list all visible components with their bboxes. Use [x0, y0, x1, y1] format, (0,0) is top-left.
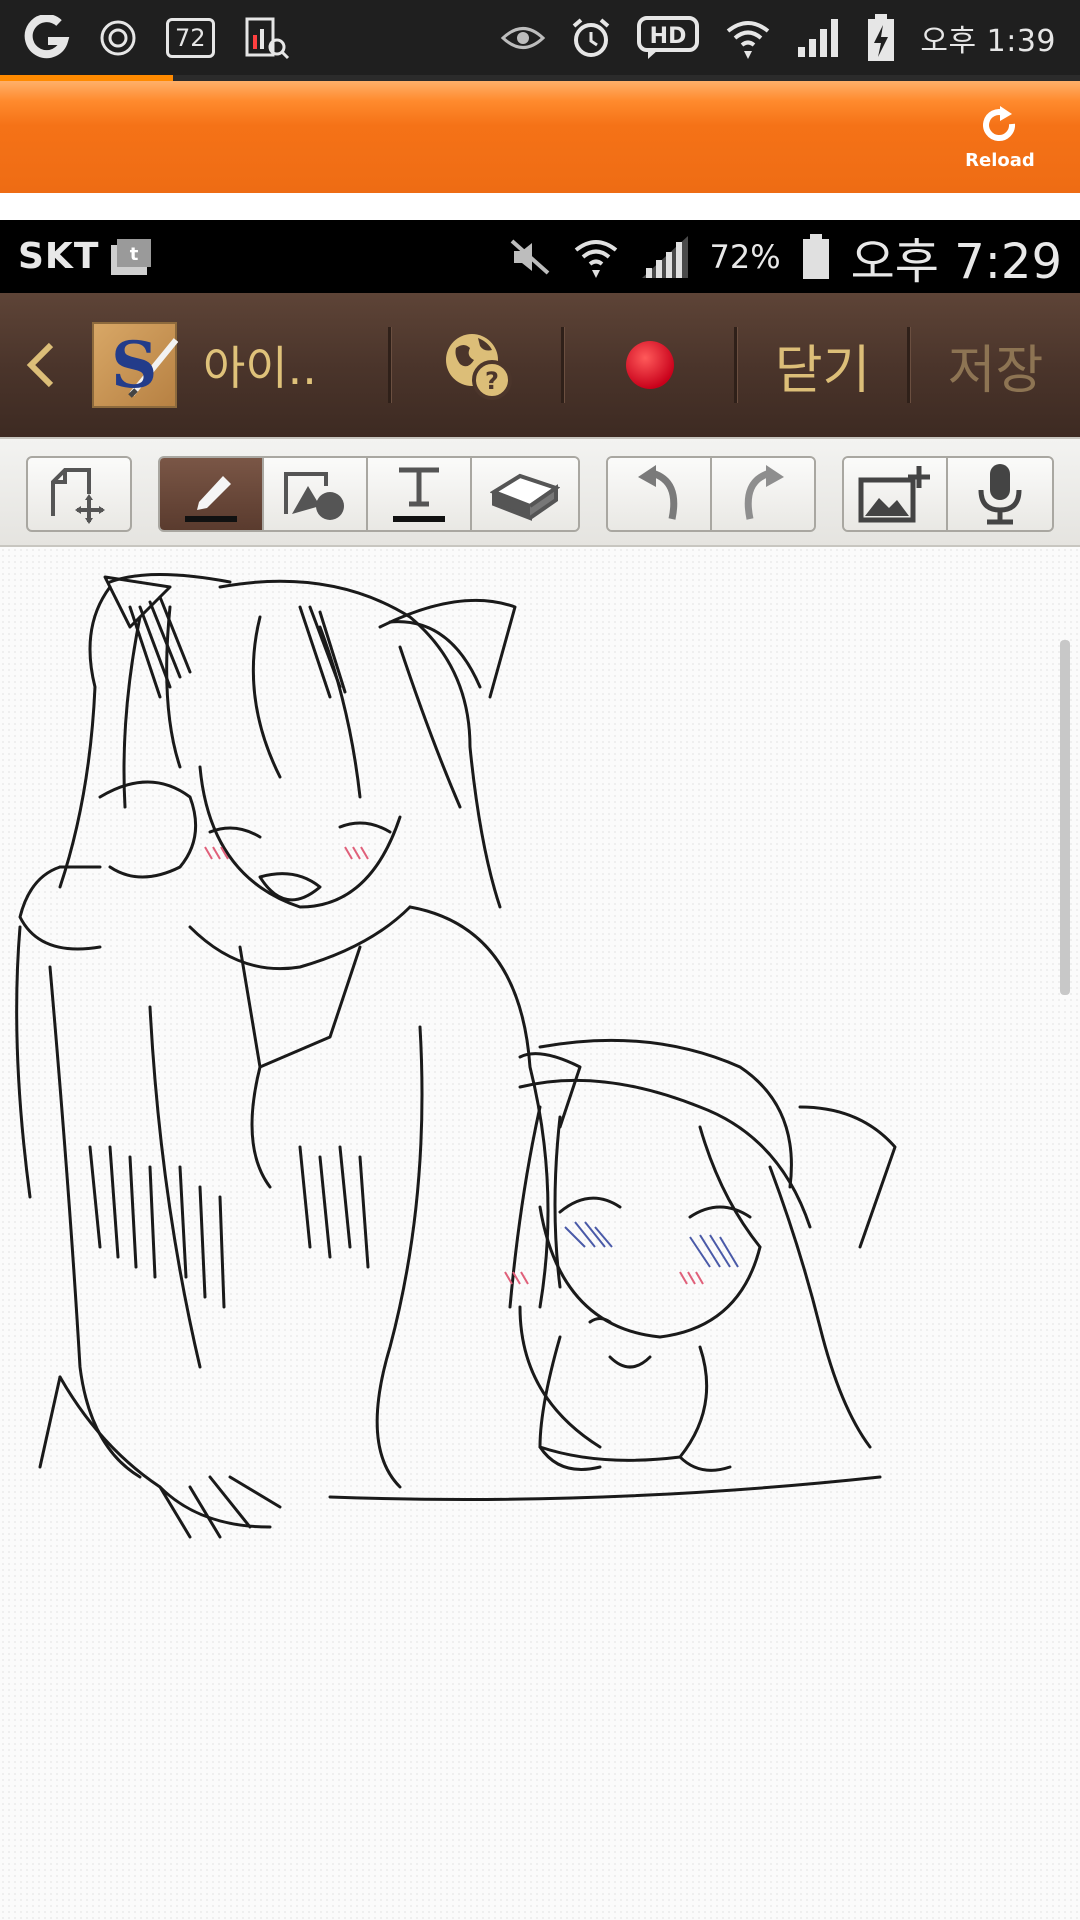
outer-status-bar: 72 HD 오후 1:39	[0, 0, 1080, 75]
record-dot-icon	[624, 339, 676, 391]
eraser-icon	[490, 466, 560, 522]
pen-button[interactable]	[160, 458, 264, 530]
alarm-icon	[570, 17, 612, 59]
drawing-tools-group	[158, 456, 580, 532]
inner-status-bar: SKT t 72% 오후 7:29	[0, 220, 1080, 293]
shape-button[interactable]	[262, 458, 368, 530]
undo-button[interactable]	[608, 458, 712, 530]
voice-button[interactable]	[946, 458, 1052, 530]
reload-icon	[978, 106, 1022, 146]
text-icon	[387, 462, 451, 526]
share-help-button[interactable]: ?	[392, 293, 561, 437]
battery-icon	[801, 233, 831, 281]
inner-time: 오후 7:29	[850, 233, 1062, 290]
redo-icon	[738, 463, 788, 525]
s-note-logo-icon: S	[91, 322, 178, 408]
inner-battery-percent: 72%	[709, 237, 781, 276]
add-image-button[interactable]	[844, 458, 948, 530]
separator	[0, 193, 1080, 220]
undo-icon	[634, 463, 684, 525]
add-image-icon	[857, 464, 933, 524]
reload-button[interactable]: Reload	[950, 101, 1050, 176]
wifi-icon	[724, 15, 772, 61]
history-group	[606, 456, 816, 532]
mute-icon	[508, 237, 552, 277]
save-button[interactable]: 저장	[911, 293, 1080, 437]
inner-wifi-icon	[572, 234, 620, 280]
record-button[interactable]	[565, 293, 734, 437]
t-icon: t	[109, 237, 153, 277]
battery-charging-icon	[866, 13, 896, 63]
note-title[interactable]: 아이..	[203, 332, 362, 398]
mic-icon	[975, 462, 1025, 526]
signal-icon	[796, 17, 842, 59]
inner-signal-icon	[640, 234, 690, 280]
close-button[interactable]: 닫기	[738, 293, 907, 437]
drawing-canvas[interactable]	[0, 547, 1080, 1920]
tool-bar	[0, 437, 1080, 547]
g-logo-icon	[24, 14, 70, 61]
outer-battery-text: 72	[175, 23, 206, 52]
app-header: S 아이.. ? 닫기 저장	[0, 293, 1080, 437]
eraser-button[interactable]	[470, 458, 578, 530]
redo-button[interactable]	[710, 458, 814, 530]
globe-help-icon: ?	[442, 330, 512, 400]
eye-icon	[500, 23, 546, 53]
shape-icon	[280, 464, 350, 524]
pen-icon	[179, 462, 243, 526]
outer-time: 오후 1:39	[920, 23, 1056, 59]
svg-text:HD: HD	[650, 24, 687, 49]
reload-label: Reload	[965, 150, 1035, 171]
insert-group	[842, 456, 1054, 532]
target-icon	[98, 18, 138, 58]
canvas-scrollbar[interactable]	[1060, 640, 1070, 995]
carrier-label: SKT	[18, 236, 100, 277]
orange-toolbar: Reload	[0, 81, 1080, 193]
page-move-button[interactable]	[26, 456, 132, 532]
back-chevron-icon	[25, 341, 55, 389]
page-move-icon	[45, 464, 113, 524]
sketch-drawing	[15, 573, 897, 1539]
text-button[interactable]	[366, 458, 472, 530]
back-button[interactable]	[0, 293, 80, 437]
search-chart-icon	[243, 15, 291, 61]
svg-text:?: ?	[485, 367, 499, 395]
hd-icon: HD	[636, 15, 700, 61]
battery-box-icon: 72	[166, 17, 215, 58]
svg-text:t: t	[130, 244, 139, 265]
